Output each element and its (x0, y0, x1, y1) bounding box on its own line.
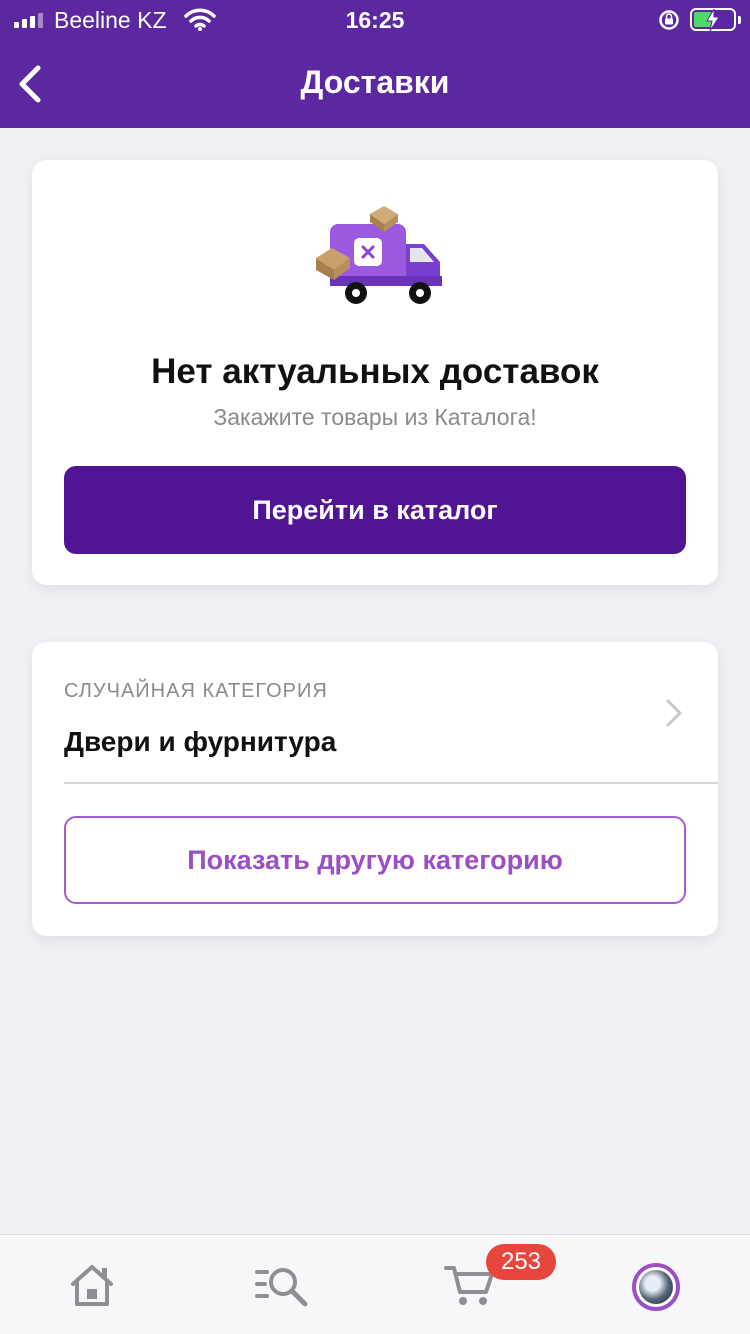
random-category-label: СЛУЧАЙНАЯ КАТЕГОРИЯ (64, 680, 328, 702)
tab-home[interactable] (62, 1255, 122, 1315)
top-bar: Beeline KZ 16:25 Доставки (0, 0, 750, 128)
tab-catalog-search[interactable] (252, 1255, 312, 1315)
avatar (639, 1270, 673, 1304)
tab-profile-avatar[interactable] (632, 1263, 680, 1311)
delivery-truck-illustration (316, 206, 442, 304)
divider (64, 782, 718, 784)
show-another-category-button[interactable]: Показать другую категорию (64, 816, 686, 904)
empty-state-subtitle: Закажите товары из Каталога! (213, 404, 537, 430)
catalog-search-icon (255, 1268, 308, 1307)
empty-deliveries-card: Нет актуальных доставок Закажите товары … (32, 160, 718, 585)
tab-bar: 253 (0, 1234, 750, 1334)
go-to-catalog-button[interactable]: Перейти в каталог (64, 466, 686, 554)
random-category-card: СЛУЧАЙНАЯ КАТЕГОРИЯ Двери и фурнитура По… (32, 642, 718, 936)
battery-icon (690, 8, 741, 31)
cart-count-badge: 253 (486, 1244, 556, 1280)
page-title: Доставки (300, 64, 450, 100)
charging-bolt-icon (706, 9, 720, 31)
empty-state-title: Нет актуальных доставок (151, 352, 599, 391)
rotation-lock-icon (659, 10, 679, 30)
random-category-link[interactable]: Двери и фурнитура (64, 726, 336, 758)
status-time: 16:25 (345, 7, 405, 33)
home-icon (71, 1265, 113, 1306)
chevron-right-icon[interactable] (664, 698, 684, 728)
status-bar: Beeline KZ 16:25 (0, 0, 750, 42)
